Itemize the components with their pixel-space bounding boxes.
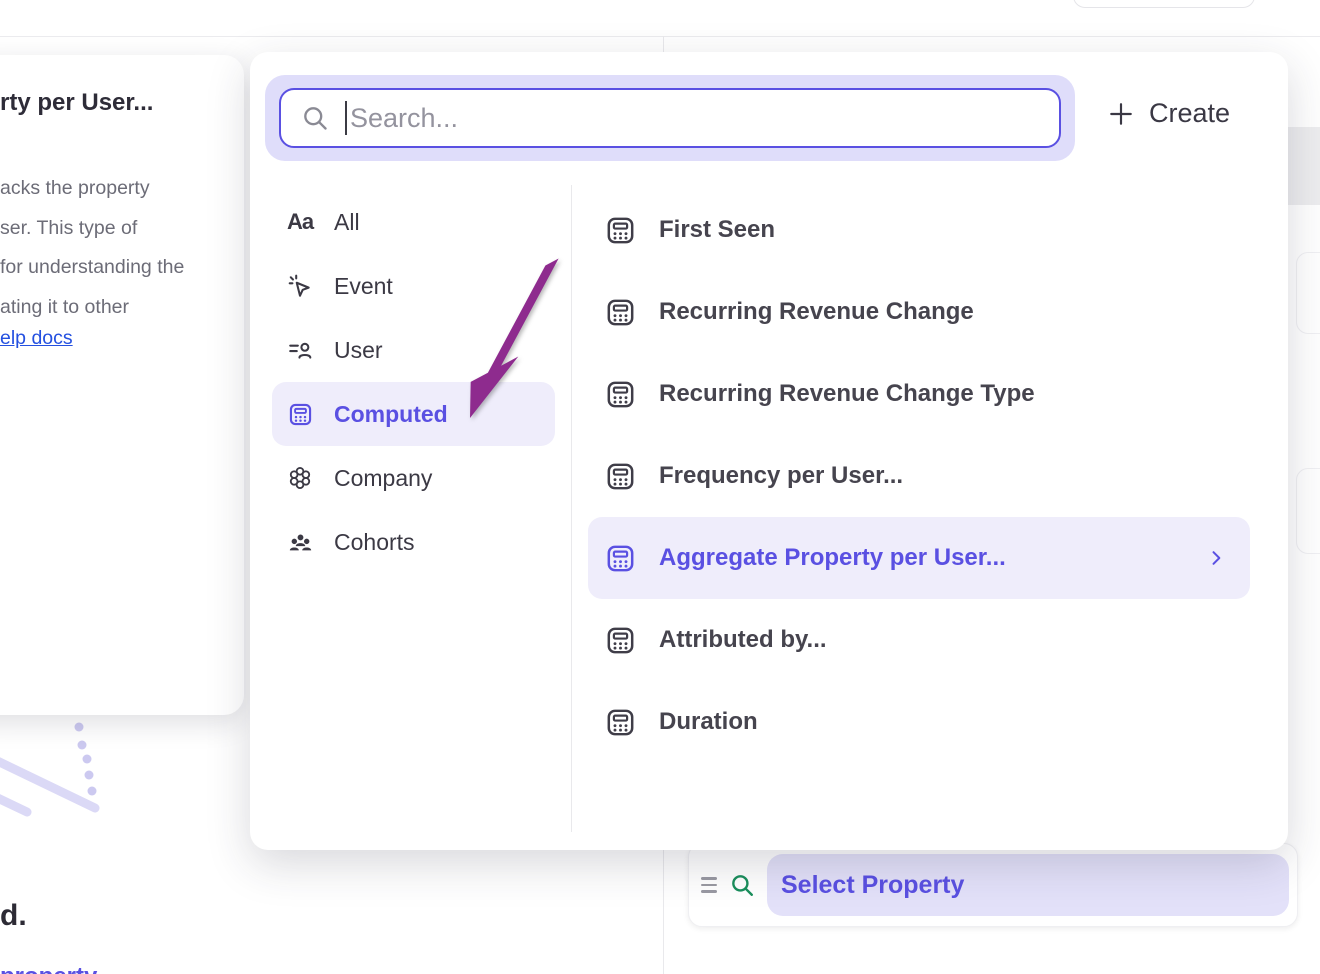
page-top-divider <box>0 36 1320 37</box>
calculator-icon <box>604 624 637 657</box>
decorative-chart-illustration <box>0 713 155 828</box>
help-docs-link[interactable]: elp docs <box>0 327 73 350</box>
property-item-duration[interactable]: Duration <box>588 681 1250 763</box>
event-cursor-icon <box>286 273 314 299</box>
drag-handle-icon[interactable] <box>701 877 717 893</box>
property-item-aggregate-property-per-user[interactable]: Aggregate Property per User... <box>588 517 1250 599</box>
aa-text-icon: Aa <box>286 209 314 235</box>
property-help-tooltip: rty per User... acks the property ser. T… <box>0 55 244 715</box>
property-item-recurring-revenue-change-type[interactable]: Recurring Revenue Change Type <box>588 353 1250 435</box>
property-item-first-seen[interactable]: First Seen <box>588 189 1250 271</box>
create-button[interactable]: Create <box>1108 98 1230 129</box>
text-caret <box>345 101 347 135</box>
calculator-icon <box>604 296 637 329</box>
select-property-button[interactable]: Select Property <box>767 854 1289 916</box>
calculator-icon <box>604 460 637 493</box>
company-cluster-icon <box>286 465 314 491</box>
calculator-icon <box>604 542 637 575</box>
background-list-row-fragment <box>1288 127 1320 205</box>
property-picker-modal: Search... Create Aa All Event <box>250 52 1288 850</box>
search-placeholder: Search... <box>350 103 458 134</box>
property-list: First Seen Recurring Revenue Change Re <box>588 189 1250 763</box>
cohorts-people-icon <box>286 529 314 556</box>
chevron-right-icon <box>1206 548 1226 568</box>
annotation-arrow <box>440 240 580 440</box>
category-item-company[interactable]: Company <box>272 446 555 510</box>
search-input[interactable]: Search... <box>279 88 1061 148</box>
tooltip-description: acks the property ser. This type of for … <box>0 169 184 327</box>
calculator-icon <box>286 401 314 428</box>
search-icon <box>729 872 755 898</box>
partial-heading: d. <box>0 899 27 933</box>
partial-link-fragment[interactable]: property <box>0 963 110 974</box>
user-list-icon <box>286 337 314 363</box>
property-item-attributed-by[interactable]: Attributed by... <box>588 599 1250 681</box>
background-card-fragment <box>1296 252 1320 334</box>
calculator-icon <box>604 378 637 411</box>
property-item-recurring-revenue-change[interactable]: Recurring Revenue Change <box>588 271 1250 353</box>
search-icon <box>301 104 329 132</box>
background-card-fragment <box>1296 468 1320 554</box>
category-item-cohorts[interactable]: Cohorts <box>272 510 555 574</box>
calculator-icon <box>604 706 637 739</box>
property-item-frequency-per-user[interactable]: Frequency per User... <box>588 435 1250 517</box>
calculator-icon <box>604 214 637 247</box>
search-focus-halo: Search... <box>265 75 1075 161</box>
partial-top-button[interactable] <box>1073 0 1255 8</box>
select-property-card: Select Property <box>688 843 1298 927</box>
plus-icon <box>1108 101 1134 127</box>
tooltip-title: rty per User... <box>0 89 153 117</box>
